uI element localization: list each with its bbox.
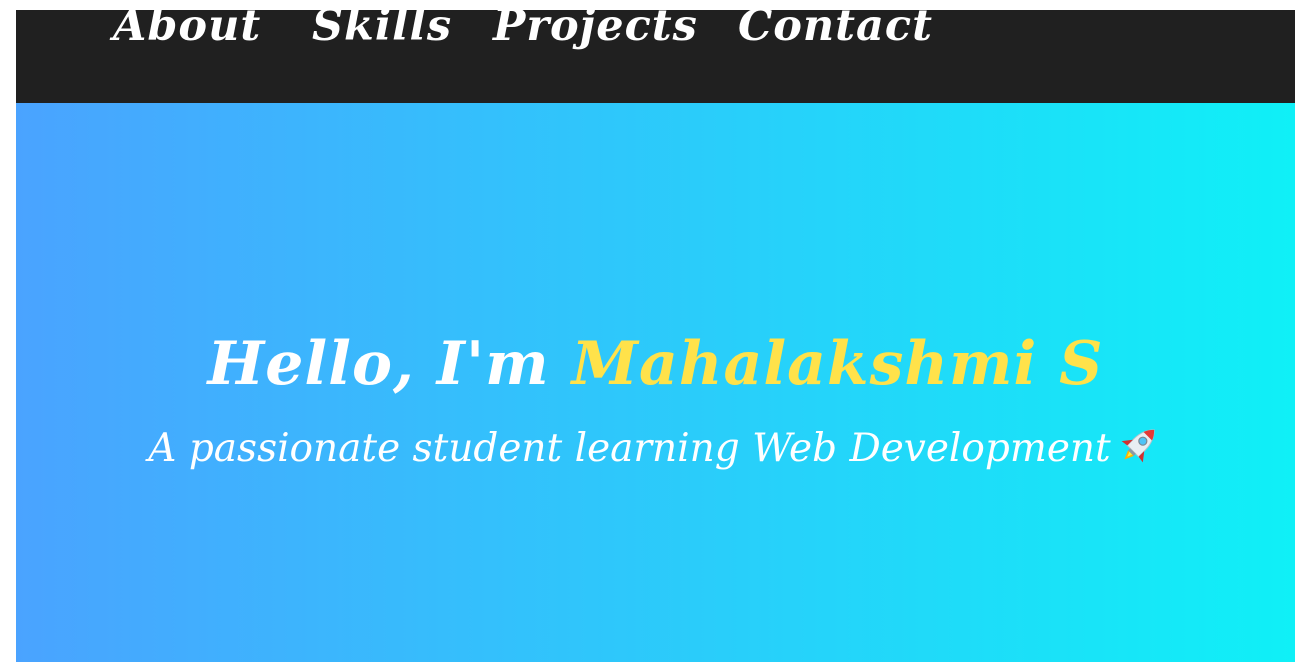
hero-subtitle: A passionate student learning Web Develo…	[148, 426, 1111, 471]
rocket-icon	[1121, 429, 1155, 463]
hero-subtitle-line: A passionate student learning Web Develo…	[16, 421, 1295, 473]
nav-link-skills[interactable]: Skills	[312, 10, 452, 50]
hero-greeting: Hello, I'm	[207, 329, 572, 399]
top-navbar: About Skills Projects Contact	[16, 10, 1295, 103]
hero-name: Mahalakshmi S	[571, 329, 1104, 399]
nav-link-about[interactable]: About	[113, 10, 261, 50]
nav-link-projects[interactable]: Projects	[493, 10, 698, 50]
page-viewport: About Skills Projects Contact Hello, I'm…	[16, 10, 1295, 662]
hero-section: Hello, I'm Mahalakshmi S A passionate st…	[16, 103, 1295, 662]
hero-title: Hello, I'm Mahalakshmi S	[16, 329, 1295, 399]
nav-link-contact[interactable]: Contact	[738, 10, 933, 50]
